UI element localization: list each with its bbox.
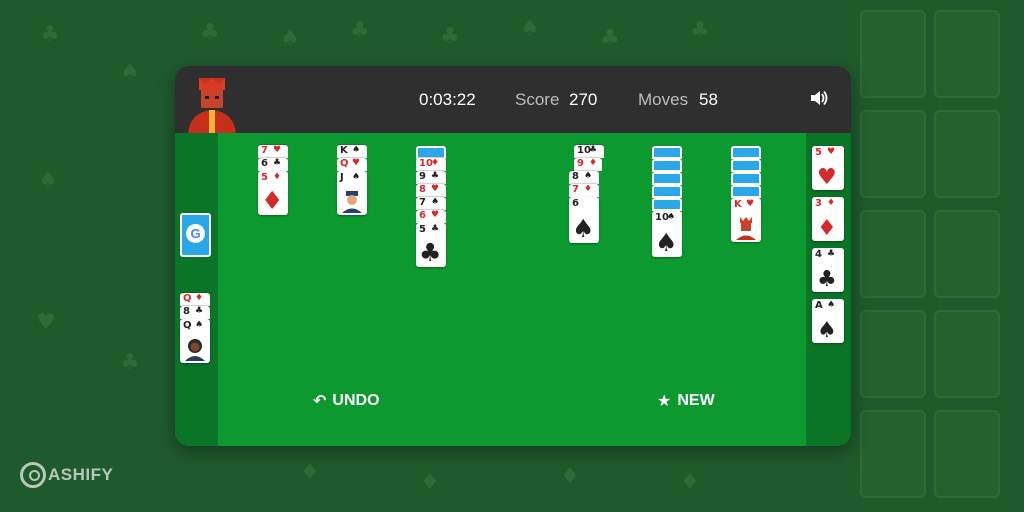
club-icon: ♣ <box>200 20 220 45</box>
brand-logo-icon <box>20 462 46 488</box>
queen-face-icon <box>185 339 205 361</box>
tableau-top-card[interactable]: 5 ♣ ♣ <box>416 223 446 267</box>
stock-pile[interactable]: G <box>180 213 211 257</box>
tableau-card[interactable]: Q ♥ <box>337 158 367 171</box>
face-down-card <box>731 185 761 198</box>
face-down-card <box>652 185 682 198</box>
jack-face-icon <box>342 191 362 213</box>
background-court-card <box>860 410 926 498</box>
background-court-card <box>934 110 1000 198</box>
diamond-icon: ♦ <box>560 464 580 489</box>
tableau-card[interactable]: 7 ♠ <box>416 197 446 210</box>
background-court-card <box>934 210 1000 298</box>
tableau-card[interactable]: 10 ♦ <box>416 158 446 171</box>
moves-label: Moves <box>638 90 689 109</box>
face-down-card <box>731 172 761 185</box>
diamond-icon: ♦ <box>300 460 320 485</box>
tableau-card[interactable]: 9 ♣ <box>416 171 446 184</box>
foundation-column: 5 ♥ ♥ 3 ♦ ♦ 4 ♣ ♣ A ♠ ♠ <box>806 133 851 446</box>
game-timer: 0:03:22 <box>419 90 476 109</box>
club-icon: ♣ <box>40 22 60 47</box>
face-down-card <box>652 159 682 172</box>
spade-icon: ♠ <box>280 26 300 51</box>
tableau-card[interactable]: 7 ♥ <box>258 145 288 158</box>
club-icon: ♣ <box>350 18 370 43</box>
brand-name: ASHIFY <box>48 465 114 484</box>
tableau: 7 ♥ 6 ♣ 5 ♦ ♦ K ♠ Q ♥ J ♠ 10 ♦ 9 ♣ 8 ♥ 7… <box>218 133 806 446</box>
club-icon: ♣ <box>120 350 140 375</box>
tableau-top-card[interactable]: 10 ♠ ♠ <box>652 211 682 257</box>
score-label: Score <box>515 90 560 109</box>
foundation-hearts[interactable]: 5 ♥ ♥ <box>812 146 844 190</box>
diamond-icon: ♦ <box>420 470 440 495</box>
moves-value: 58 <box>699 90 718 109</box>
score-value: 270 <box>569 90 598 109</box>
tableau-card[interactable]: 8 ♥ <box>416 184 446 197</box>
face-down-card <box>731 159 761 172</box>
new-label: NEW <box>677 391 715 409</box>
waste-top-card[interactable]: Q ♠ <box>180 319 210 363</box>
tableau-card[interactable]: 7 ♦ <box>569 184 599 197</box>
king-face-icon <box>736 217 756 240</box>
background-court-card <box>860 210 926 298</box>
face-down-card <box>731 146 761 159</box>
foundation-clubs[interactable]: 4 ♣ ♣ <box>812 248 844 292</box>
foundation-diamonds[interactable]: 3 ♦ ♦ <box>812 197 844 241</box>
google-logo-icon: G <box>186 224 205 243</box>
spade-icon: ♠ <box>520 16 540 41</box>
waste-card[interactable]: Q ♦ <box>180 293 210 306</box>
background-court-card <box>860 310 926 398</box>
undo-icon: ↶ <box>313 391 327 410</box>
background-court-card <box>860 110 926 198</box>
club-icon: ♣ <box>600 26 620 51</box>
diamond-icon: ♦ <box>680 470 700 495</box>
tableau-top-card[interactable]: 5 ♦ ♦ <box>258 171 288 215</box>
solitaire-game: 0:03:22 Score 270 Moves 58 G Q♦ 8♣ Q♠ <box>175 66 851 446</box>
tableau-top-card[interactable]: 6 ♠ <box>569 197 599 243</box>
spade-icon: ♠ <box>120 60 140 85</box>
club-icon: ♣ <box>690 18 710 43</box>
tableau-card[interactable]: 6 ♣ <box>258 158 288 171</box>
speaker-icon[interactable] <box>809 88 829 108</box>
background-court-card <box>934 10 1000 98</box>
king-avatar-icon <box>188 78 236 134</box>
waste-card[interactable]: 8 ♣ <box>180 306 210 319</box>
background-court-card <box>934 310 1000 398</box>
face-down-card <box>652 198 682 211</box>
top-bar: 0:03:22 Score 270 Moves 58 <box>175 66 851 134</box>
stock-column: G Q ♦ 8 ♣ Q ♠ <box>175 133 218 446</box>
face-down-card <box>652 172 682 185</box>
star-icon: ★ <box>657 391 672 410</box>
foundation-spades[interactable]: A ♠ ♠ <box>812 299 844 343</box>
watermark: ASHIFY <box>20 462 113 488</box>
tableau-top-card[interactable]: J ♠ <box>337 171 367 215</box>
tableau-top-card[interactable]: K ♥ <box>731 198 761 242</box>
undo-label: UNDO <box>332 391 380 409</box>
tableau-card[interactable]: 6 ♥ <box>416 210 446 223</box>
new-game-button[interactable]: ★ NEW <box>657 391 715 410</box>
tableau-card[interactable]: 9 ♦ <box>574 158 602 171</box>
spade-icon: ♠ <box>38 168 58 193</box>
background-court-card <box>860 10 926 98</box>
tableau-card[interactable]: 8 ♠ <box>569 171 599 184</box>
tableau-card[interactable]: K ♠ <box>337 145 367 158</box>
club-icon: ♣ <box>440 24 460 49</box>
face-down-card <box>652 146 682 159</box>
background-court-card <box>934 410 1000 498</box>
undo-button[interactable]: ↶ UNDO <box>313 391 380 410</box>
heart-icon: ♥ <box>36 310 56 335</box>
tableau-card[interactable]: 10 ♣ <box>574 145 604 158</box>
